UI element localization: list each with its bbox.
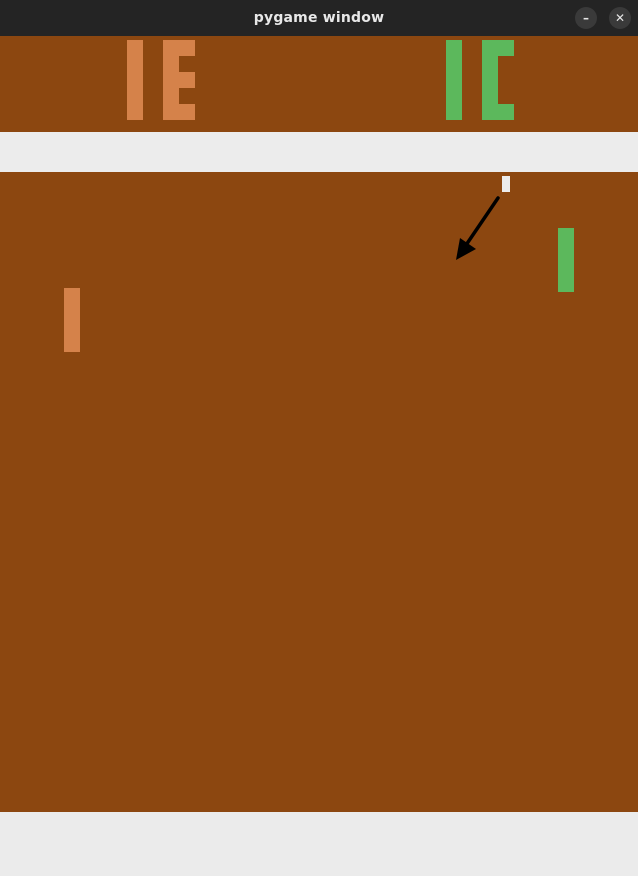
right-paddle [558,228,574,292]
left-score-digits [127,40,195,120]
minimize-icon: – [583,11,589,25]
playing-field [0,172,638,812]
title-bar: pygame window – ✕ [0,0,638,36]
score-digit-0 [482,40,514,120]
left-player-score [95,40,195,120]
ball [502,176,510,192]
right-player-score [414,40,514,120]
bottom-wall [0,812,638,876]
score-digit-8 [163,40,195,120]
window-title: pygame window [253,10,385,26]
left-paddle [64,288,80,352]
digit-segment [446,40,462,80]
scoreboard [0,36,638,132]
digit-segment [127,80,143,120]
digit-segment [127,40,143,80]
score-digit-1 [446,40,462,120]
top-wall [0,132,638,172]
pygame-window: pygame window – ✕ [0,0,638,876]
digit-segment [482,80,498,120]
arrow-down-left-icon [456,196,500,260]
score-digit-1 [127,40,143,120]
close-icon: ✕ [614,11,626,25]
right-score-digits [446,40,514,120]
game-canvas[interactable] [0,36,638,876]
close-button[interactable]: ✕ [609,7,631,29]
digit-segment [482,40,498,80]
minimize-button[interactable]: – [575,7,597,29]
digit-segment [163,72,195,88]
digit-segment [446,80,462,120]
